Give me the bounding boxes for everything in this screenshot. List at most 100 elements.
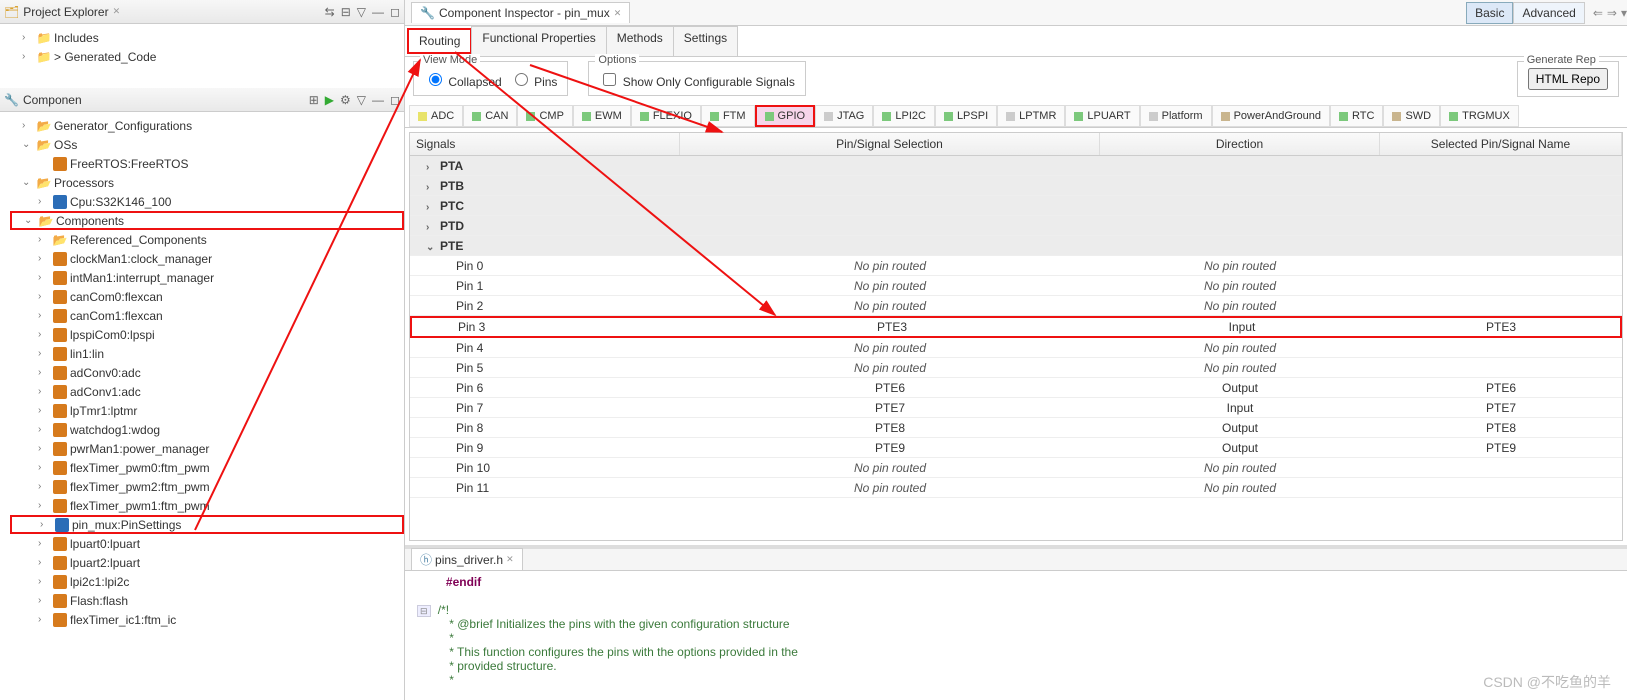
minimize-icon[interactable]: — [372,5,384,19]
subtab-routing[interactable]: Routing [407,28,472,54]
filter-jtag[interactable]: JTAG [815,105,873,127]
gear-icon[interactable]: ⚙ [340,93,351,107]
nav-back-icon[interactable]: ⇐ [1593,6,1603,20]
editor-tab[interactable]: ⓗ pins_driver.h ✕ [411,548,523,570]
filter-swd[interactable]: SWD [1383,105,1440,127]
pin-row[interactable]: Pin 0No pin routedNo pin routed [410,256,1622,276]
components-tree[interactable]: ›📂Generator_Configurations⌄📂OSsFreeRTOS:… [0,112,404,700]
tree-item[interactable]: FreeRTOS:FreeRTOS [10,154,404,173]
view-menu-icon[interactable]: ▽ [357,93,366,107]
pin-row[interactable]: Pin 1No pin routedNo pin routed [410,276,1622,296]
html-report-button[interactable]: HTML Repo [1528,68,1608,90]
filter-adc[interactable]: ADC [409,105,463,127]
view-menu-icon[interactable]: ▽ [357,5,366,19]
tree-item[interactable]: ›adConv1:adc [10,382,404,401]
project-explorer-header: 🗂 Project Explorer ✕ ⇆ ⊟ ▽ — ◻ [0,0,404,24]
tree-item[interactable]: ›flexTimer_pwm0:ftm_pwm [10,458,404,477]
signal-group[interactable]: ⌄PTE [410,236,1622,256]
pin-row[interactable]: Pin 7PTE7InputPTE7 [410,398,1622,418]
tree-item[interactable]: ›📂Generator_Configurations [10,116,404,135]
tree-item[interactable]: ›flexTimer_pwm1:ftm_pwm [10,496,404,515]
filter-platform[interactable]: Platform [1140,105,1212,127]
tree-item[interactable]: ›canCom0:flexcan [10,287,404,306]
subtab-settings[interactable]: Settings [673,26,738,56]
link-icon[interactable]: ⇆ [325,5,335,19]
tree-item[interactable]: ›Cpu:S32K146_100 [10,192,404,211]
filter-gpio[interactable]: GPIO [755,105,816,127]
nav-fwd-icon[interactable]: ⇒ [1607,6,1617,20]
pin-row[interactable]: Pin 2No pin routedNo pin routed [410,296,1622,316]
filter-icon[interactable]: ⊞ [309,93,319,107]
pin-row[interactable]: Pin 6PTE6OutputPTE6 [410,378,1622,398]
nav-menu-icon[interactable]: ▾ [1621,6,1627,20]
tree-item[interactable]: ›lpuart2:lpuart [10,553,404,572]
pin-row[interactable]: Pin 10No pin routedNo pin routed [410,458,1622,478]
maximize-icon[interactable]: ◻ [390,93,400,107]
radio-pins[interactable]: Pins [510,70,558,89]
pin-row[interactable]: Pin 11No pin routedNo pin routed [410,478,1622,498]
code-editor[interactable]: #endif ⊟ /*! * @brief Initializes the pi… [405,571,1627,700]
tree-item[interactable]: ›lpuart0:lpuart [10,534,404,553]
signals-table[interactable]: Signals Pin/Signal Selection Direction S… [409,132,1623,541]
tree-item-generated-code[interactable]: ›📁> Generated_Code [10,47,404,66]
tree-item[interactable]: ›lpspiCom0:lpspi [10,325,404,344]
pin-row[interactable]: Pin 4No pin routedNo pin routed [410,338,1622,358]
collapse-icon[interactable]: ⊟ [341,5,351,19]
filter-lptmr[interactable]: LPTMR [997,105,1065,127]
maximize-icon[interactable]: ◻ [390,5,400,19]
project-explorer-title: Project Explorer [23,5,108,19]
filter-cmp[interactable]: CMP [517,105,572,127]
filter-lpspi[interactable]: LPSPI [935,105,997,127]
tree-item[interactable]: ›watchdog1:wdog [10,420,404,439]
tree-item[interactable]: ›flexTimer_pwm2:ftm_pwm [10,477,404,496]
tree-item[interactable]: ›flexTimer_ic1:ftm_ic [10,610,404,629]
tree-item[interactable]: ›pwrMan1:power_manager [10,439,404,458]
tree-item[interactable]: ›canCom1:flexcan [10,306,404,325]
close-icon[interactable]: ✕ [614,8,622,19]
tree-item[interactable]: ›lpi2c1:lpi2c [10,572,404,591]
tree-item[interactable]: ⌄📂Components [10,211,404,230]
filter-rtc[interactable]: RTC [1330,105,1383,127]
tree-item[interactable]: ›lpTmr1:lptmr [10,401,404,420]
mode-advanced[interactable]: Advanced [1513,2,1584,24]
signal-group[interactable]: ›PTA [410,156,1622,176]
tree-item[interactable]: ›Flash:flash [10,591,404,610]
subtab-functional-properties[interactable]: Functional Properties [471,26,606,56]
tree-item[interactable]: ›intMan1:interrupt_manager [10,268,404,287]
filter-lpuart[interactable]: LPUART [1065,105,1139,127]
signal-group[interactable]: ›PTB [410,176,1622,196]
tree-item-includes[interactable]: ›📁Includes [10,28,404,47]
signal-group[interactable]: ›PTD [410,216,1622,236]
tree-item[interactable]: ⌄📂Processors [10,173,404,192]
filter-lpi2c[interactable]: LPI2C [873,105,935,127]
component-icon: 🔧 [4,93,19,107]
pin-row[interactable]: Pin 3PTE3InputPTE3 [410,316,1622,338]
filter-can[interactable]: CAN [463,105,517,127]
signal-group[interactable]: ›PTC [410,196,1622,216]
generate-report-group: Generate Rep HTML Repo [1517,61,1619,97]
inspector-tab[interactable]: 🔧 Component Inspector - pin_mux ✕ [411,2,630,23]
tree-item[interactable]: ›adConv0:adc [10,363,404,382]
subtab-methods[interactable]: Methods [606,26,674,56]
pin-row[interactable]: Pin 5No pin routedNo pin routed [410,358,1622,378]
radio-collapsed[interactable]: Collapsed [424,70,502,89]
table-header: Signals Pin/Signal Selection Direction S… [410,133,1622,156]
tree-item[interactable]: ›clockMan1:clock_manager [10,249,404,268]
tree-item[interactable]: ›📂Referenced_Components [10,230,404,249]
tree-item[interactable]: ›lin1:lin [10,344,404,363]
filter-ewm[interactable]: EWM [573,105,631,127]
filter-ftm[interactable]: FTM [701,105,755,127]
editor-filename: pins_driver.h [435,553,503,567]
tree-item[interactable]: ›pin_mux:PinSettings [10,515,404,534]
filter-flexio[interactable]: FLEXIO [631,105,701,127]
pin-row[interactable]: Pin 8PTE8OutputPTE8 [410,418,1622,438]
mode-basic[interactable]: Basic [1466,2,1513,24]
pin-row[interactable]: Pin 9PTE9OutputPTE9 [410,438,1622,458]
minimize-icon[interactable]: — [372,93,384,107]
filter-powerandground[interactable]: PowerAndGround [1212,105,1330,127]
filter-trgmux[interactable]: TRGMUX [1440,105,1519,127]
tree-item[interactable]: ⌄📂OSs [10,135,404,154]
run-icon[interactable]: ▶ [325,93,334,107]
chk-show-only[interactable]: Show Only Configurable Signals [599,75,794,89]
close-icon[interactable]: ✕ [506,554,514,565]
